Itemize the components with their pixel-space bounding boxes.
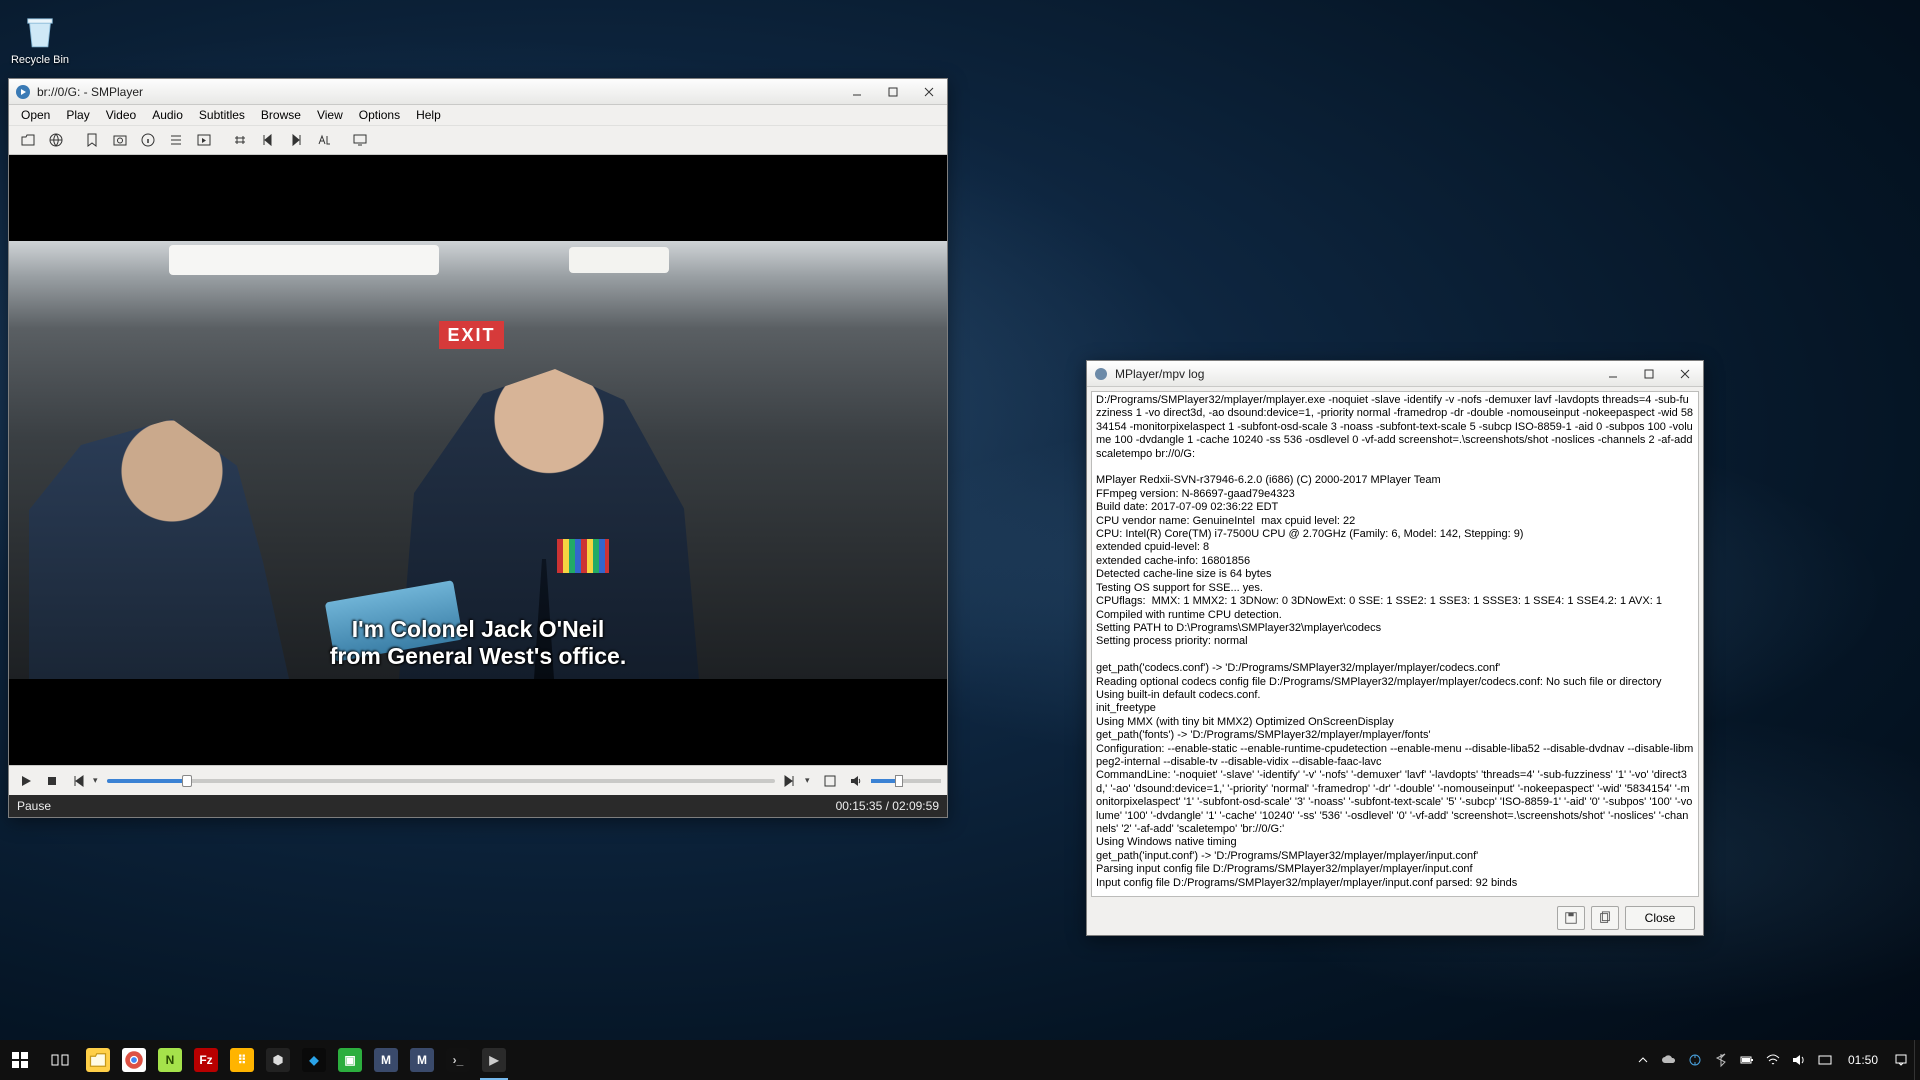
video-viewport[interactable]: EXIT I'm Colonel Jack O'Neil from Genera… <box>9 155 947 765</box>
mplayer-log-window: MPlayer/mpv log D:/Programs/SMPlayer32/m… <box>1086 360 1704 936</box>
screenshot-icon[interactable] <box>107 128 133 152</box>
smplayer-controls: ▾ ▾ <box>9 765 947 795</box>
show-desktop-button[interactable] <box>1914 1040 1920 1080</box>
menu-subtitles[interactable]: Subtitles <box>191 105 253 125</box>
start-button[interactable] <box>0 1040 40 1080</box>
taskbar-app-cmd[interactable]: ›_ <box>440 1040 476 1080</box>
log-app-icon <box>1093 366 1109 382</box>
menu-play[interactable]: Play <box>58 105 97 125</box>
menu-open[interactable]: Open <box>13 105 58 125</box>
desktop-icon-recycle-bin[interactable]: Recycle Bin <box>8 10 72 66</box>
menu-browse[interactable]: Browse <box>253 105 309 125</box>
smplayer-toolbar <box>9 125 947 155</box>
log-titlebar[interactable]: MPlayer/mpv log <box>1087 361 1703 387</box>
playback-state: Pause <box>17 799 51 813</box>
favorites-icon[interactable] <box>79 128 105 152</box>
letterbox-bottom <box>9 679 947 765</box>
log-text[interactable]: D:/Programs/SMPlayer32/mplayer/mplayer.e… <box>1091 391 1699 897</box>
seek-bar[interactable] <box>107 775 775 787</box>
volume-thumb[interactable] <box>895 775 903 787</box>
forward-button[interactable] <box>779 770 801 792</box>
tray-lang-icon[interactable] <box>1812 1040 1838 1080</box>
smplayer-titlebar[interactable]: br://0/G: - SMPlayer <box>9 79 947 105</box>
menu-options[interactable]: Options <box>351 105 408 125</box>
menu-audio[interactable]: Audio <box>144 105 191 125</box>
taskbar-app-smplayer[interactable]: ▶ <box>476 1040 512 1080</box>
prev-icon[interactable] <box>255 128 281 152</box>
subtitle-text: I'm Colonel Jack O'Neil from General Wes… <box>9 616 947 671</box>
info-icon[interactable] <box>135 128 161 152</box>
recycle-bin-icon <box>19 10 61 52</box>
tray-battery-icon[interactable] <box>1734 1040 1760 1080</box>
tray-bluetooth-icon[interactable] <box>1708 1040 1734 1080</box>
uniform-ribbons <box>557 539 609 573</box>
close-log-button[interactable]: Close <box>1625 906 1695 930</box>
open-url-icon[interactable] <box>43 128 69 152</box>
taskview-button[interactable] <box>40 1040 80 1080</box>
menu-view[interactable]: View <box>309 105 351 125</box>
rewind-button[interactable] <box>67 770 89 792</box>
ab-icon[interactable] <box>311 128 337 152</box>
taskbar-app-m2[interactable]: M <box>404 1040 440 1080</box>
tray-sync-icon[interactable] <box>1682 1040 1708 1080</box>
taskbar-app-m1[interactable]: M <box>368 1040 404 1080</box>
menu-help[interactable]: Help <box>408 105 449 125</box>
taskbar-app-diamond[interactable]: ◆ <box>296 1040 332 1080</box>
minimize-button[interactable] <box>1595 361 1631 386</box>
desktop-icon-label: Recycle Bin <box>11 54 69 66</box>
tray-wifi-icon[interactable] <box>1760 1040 1786 1080</box>
smplayer-window: br://0/G: - SMPlayer Open Play Video Aud… <box>8 78 948 818</box>
log-title: MPlayer/mpv log <box>1115 367 1595 381</box>
smplayer-menubar: Open Play Video Audio Subtitles Browse V… <box>9 105 947 125</box>
tray-overflow-icon[interactable] <box>1630 1040 1656 1080</box>
open-file-icon[interactable] <box>15 128 41 152</box>
taskbar-app-notepadpp[interactable]: N <box>152 1040 188 1080</box>
maximize-button[interactable] <box>1631 361 1667 386</box>
menu-video[interactable]: Video <box>98 105 144 125</box>
taskbar-clock[interactable]: 01:50 <box>1838 1053 1888 1067</box>
fullscreen-button[interactable] <box>819 770 841 792</box>
letterbox-top <box>9 155 947 241</box>
monitor-icon[interactable] <box>347 128 373 152</box>
taskbar-app-file-explorer[interactable] <box>80 1040 116 1080</box>
copy-log-icon[interactable] <box>1591 906 1619 930</box>
mute-button[interactable] <box>845 770 867 792</box>
time-display: 00:15:35 / 02:09:59 <box>836 799 939 813</box>
taskbar: N Fz ⠿ ⬢ ◆ ▣ M M ›_ ▶ 01:50 <box>0 1040 1920 1080</box>
log-footer: Close <box>1087 901 1703 935</box>
taskbar-app-unity[interactable]: ⬢ <box>260 1040 296 1080</box>
tray-notifications-icon[interactable] <box>1888 1040 1914 1080</box>
forward-menu-caret[interactable]: ▾ <box>805 775 815 786</box>
save-log-icon[interactable] <box>1557 906 1585 930</box>
video-frame: EXIT I'm Colonel Jack O'Neil from Genera… <box>9 241 947 679</box>
playlist-icon[interactable] <box>163 128 189 152</box>
seek-thumb[interactable] <box>182 775 192 787</box>
rewind-menu-caret[interactable]: ▾ <box>93 775 103 786</box>
maximize-button[interactable] <box>875 79 911 104</box>
play-button[interactable] <box>15 770 37 792</box>
volume-slider[interactable] <box>871 775 941 787</box>
taskbar-app-filezilla[interactable]: Fz <box>188 1040 224 1080</box>
smplayer-title: br://0/G: - SMPlayer <box>37 85 839 99</box>
stop-button[interactable] <box>41 770 63 792</box>
tray-volume-icon[interactable] <box>1786 1040 1812 1080</box>
close-button[interactable] <box>911 79 947 104</box>
next-icon[interactable] <box>283 128 309 152</box>
smplayer-app-icon <box>15 84 31 100</box>
minimize-button[interactable] <box>839 79 875 104</box>
tray-onedrive-icon[interactable] <box>1656 1040 1682 1080</box>
close-button[interactable] <box>1667 361 1703 386</box>
exit-sign: EXIT <box>439 321 504 349</box>
taskbar-app-green[interactable]: ▣ <box>332 1040 368 1080</box>
taskbar-app-process[interactable]: ⠿ <box>224 1040 260 1080</box>
taskbar-app-chrome[interactable] <box>116 1040 152 1080</box>
smplayer-statusbar: Pause 00:15:35 / 02:09:59 <box>9 795 947 817</box>
preferences-icon[interactable] <box>191 128 217 152</box>
tube-icon[interactable] <box>227 128 253 152</box>
